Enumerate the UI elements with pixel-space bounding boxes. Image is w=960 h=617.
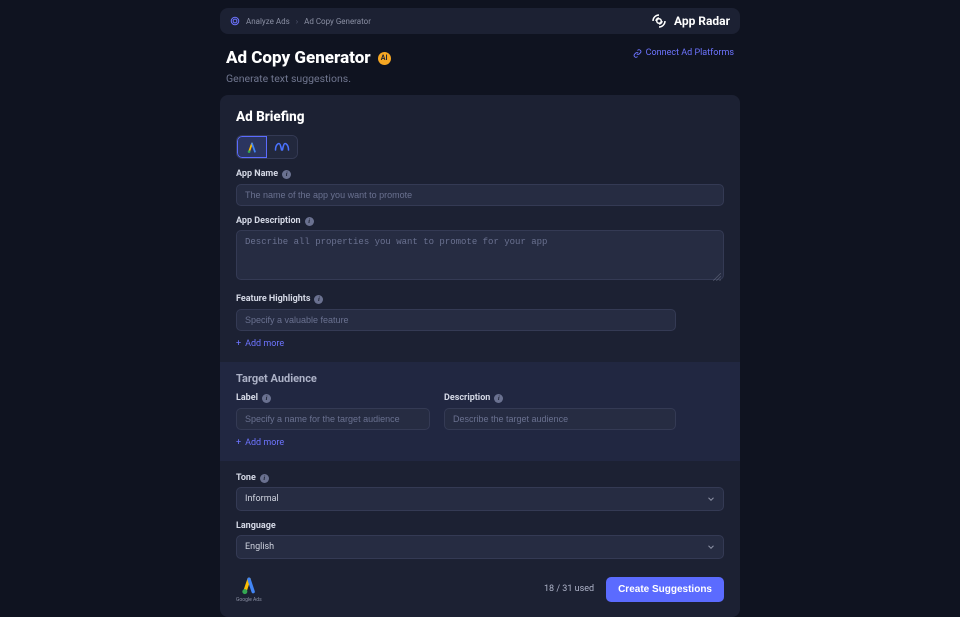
feature-input[interactable] <box>236 309 676 331</box>
plus-icon: + <box>236 339 241 349</box>
label-app-name: App Name <box>236 169 278 179</box>
briefing-card: Ad Briefing <box>220 95 740 617</box>
label-app-description: App Description <box>236 216 301 226</box>
ai-badge-icon: AI <box>378 52 391 65</box>
field-features: Feature Highlights i + Add more <box>236 294 724 350</box>
plus-icon: + <box>236 438 241 448</box>
label-audience-label: Label <box>236 393 258 403</box>
platform-meta[interactable] <box>267 136 297 158</box>
tone-select[interactable]: Informal <box>236 487 724 511</box>
breadcrumb-current: Ad Copy Generator <box>304 17 371 26</box>
top-bar: Analyze Ads › Ad Copy Generator App Rada… <box>220 8 740 34</box>
add-feature-label: Add more <box>245 339 284 349</box>
connect-ad-platforms-link[interactable]: Connect Ad Platforms <box>633 48 734 58</box>
breadcrumb: Analyze Ads › Ad Copy Generator <box>230 16 371 26</box>
info-icon[interactable]: i <box>282 170 291 179</box>
add-audience-label: Add more <box>245 438 284 448</box>
radar-icon <box>650 12 668 30</box>
google-ads-icon <box>245 140 259 154</box>
info-icon[interactable]: i <box>494 394 503 403</box>
add-audience-button[interactable]: + Add more <box>236 438 284 448</box>
app-name-input[interactable] <box>236 184 724 206</box>
breadcrumb-root[interactable]: Analyze Ads <box>246 17 290 26</box>
google-ads-icon <box>238 575 260 595</box>
audience-label-input[interactable] <box>236 408 430 430</box>
field-language: Language English <box>236 521 724 559</box>
page-subtitle: Generate text suggestions. <box>226 72 391 85</box>
info-icon[interactable]: i <box>305 217 314 226</box>
platform-toggle <box>236 135 298 159</box>
connect-ad-platforms-label: Connect Ad Platforms <box>646 48 734 58</box>
section-title-audience: Target Audience <box>236 372 724 385</box>
language-select[interactable]: English <box>236 535 724 559</box>
card-footer: Google Ads 18 / 31 used Create Suggestio… <box>236 575 724 603</box>
create-suggestions-button[interactable]: Create Suggestions <box>606 577 724 602</box>
label-audience-description: Description <box>444 393 490 403</box>
provider-badge: Google Ads <box>236 575 262 603</box>
brand-name: App Radar <box>674 14 730 28</box>
chevron-right-icon: › <box>296 17 298 26</box>
label-language: Language <box>236 521 276 531</box>
usage-counter: 18 / 31 used <box>544 584 594 594</box>
page-title: Ad Copy Generator AI <box>226 48 391 68</box>
page-title-text: Ad Copy Generator <box>226 48 371 68</box>
brand: App Radar <box>650 12 730 30</box>
target-icon <box>230 16 240 26</box>
field-app-name: App Name i <box>236 169 724 206</box>
target-audience-panel: Target Audience Label i Description i <box>220 362 740 461</box>
info-icon[interactable]: i <box>314 295 323 304</box>
field-app-description: App Description i <box>236 216 724 284</box>
add-feature-button[interactable]: + Add more <box>236 339 284 349</box>
app-description-input[interactable] <box>236 230 724 280</box>
label-features: Feature Highlights <box>236 294 310 304</box>
platform-google-ads[interactable] <box>237 136 267 158</box>
meta-icon <box>274 141 290 153</box>
label-tone: Tone <box>236 473 256 483</box>
audience-description-input[interactable] <box>444 408 676 430</box>
field-tone: Tone i Informal <box>236 473 724 511</box>
provider-label: Google Ads <box>236 597 262 603</box>
page-header: Ad Copy Generator AI Generate text sugge… <box>220 34 740 95</box>
link-icon <box>633 49 642 58</box>
info-icon[interactable]: i <box>262 394 271 403</box>
section-title-briefing: Ad Briefing <box>236 109 724 125</box>
info-icon[interactable]: i <box>260 474 269 483</box>
